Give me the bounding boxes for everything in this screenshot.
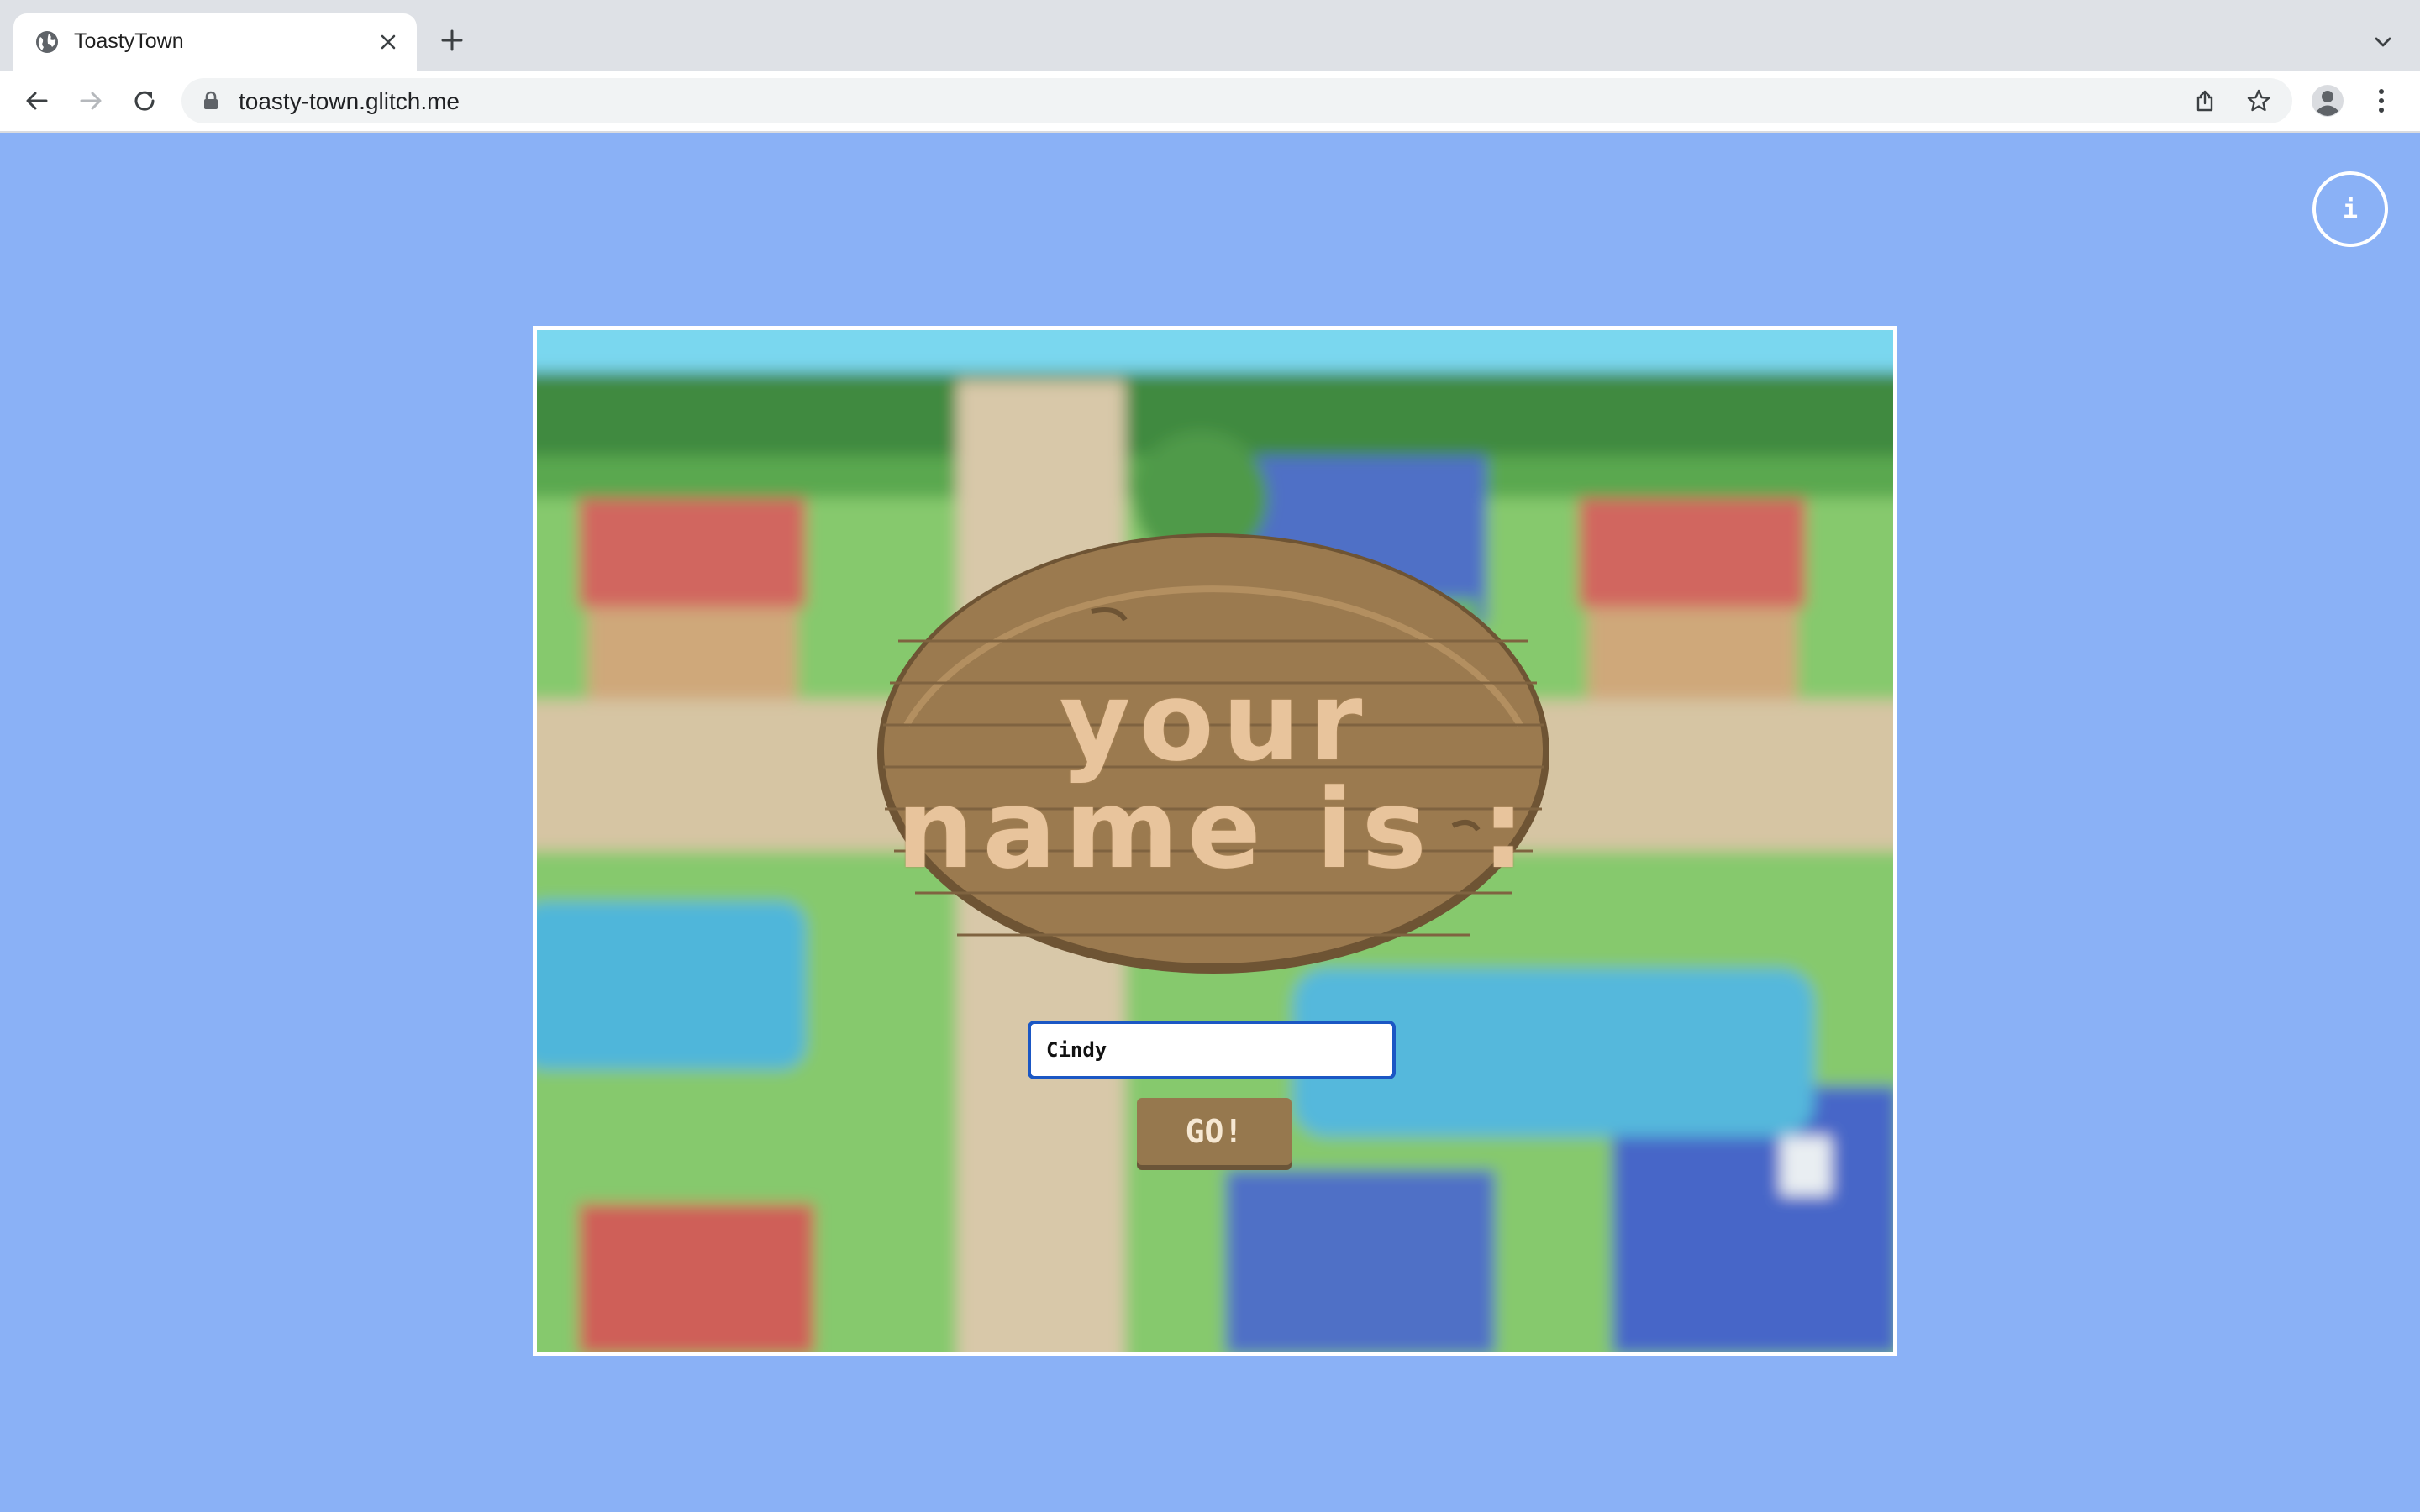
- url-text: toasty-town.glitch.me: [239, 88, 460, 114]
- tab-title: ToastyTown: [74, 29, 184, 53]
- globe-icon: [34, 29, 60, 55]
- browser-toolbar: toasty-town.glitch.me: [0, 71, 2420, 133]
- go-button[interactable]: GO!: [1137, 1098, 1292, 1165]
- close-icon[interactable]: [373, 27, 403, 57]
- address-bar[interactable]: toasty-town.glitch.me: [182, 78, 2292, 123]
- browser-tab[interactable]: ToastyTown: [13, 13, 417, 71]
- share-icon[interactable]: [2188, 84, 2222, 118]
- kebab-menu-icon[interactable]: [2365, 81, 2398, 121]
- star-icon[interactable]: [2242, 84, 2275, 118]
- sign-line-2: name is :: [896, 765, 1534, 893]
- back-arrow-icon[interactable]: [17, 81, 57, 121]
- forward-arrow-icon[interactable]: [71, 81, 111, 121]
- info-button[interactable]: i: [2312, 171, 2388, 247]
- reload-icon[interactable]: [124, 81, 165, 121]
- chevron-down-icon[interactable]: [2366, 25, 2400, 59]
- profile-icon[interactable]: [2307, 81, 2348, 121]
- lock-icon: [200, 90, 222, 112]
- tab-strip: ToastyTown: [0, 0, 2420, 71]
- new-tab-plus-icon[interactable]: [435, 24, 469, 57]
- game-frame: your name is : GO!: [533, 326, 1897, 1356]
- name-input[interactable]: [1028, 1021, 1396, 1079]
